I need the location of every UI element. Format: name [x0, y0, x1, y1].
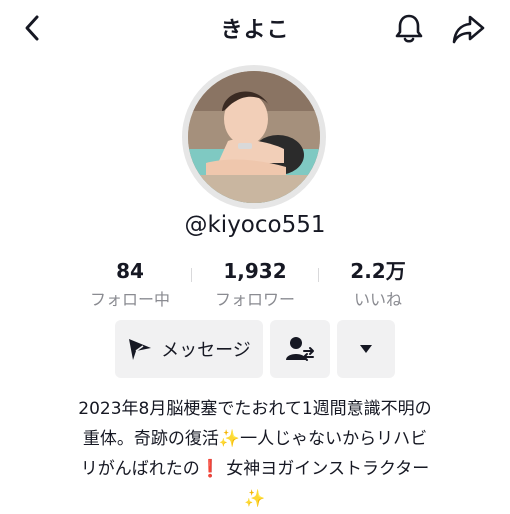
message-button[interactable]: メッセージ	[115, 320, 263, 378]
username: @kiyoco551	[184, 212, 326, 238]
share-arrow-icon	[452, 15, 485, 44]
send-icon	[129, 339, 152, 360]
stat-divider	[318, 268, 319, 282]
avatar[interactable]	[188, 71, 320, 203]
more-options-button[interactable]	[337, 320, 395, 378]
avatar-photo	[188, 71, 320, 203]
likes-stat[interactable]: 2.2万 いいね	[323, 258, 433, 310]
followers-count: 1,932	[223, 259, 287, 283]
likes-count: 2.2万	[350, 259, 406, 283]
following-stat[interactable]: 84 フォロー中	[75, 258, 185, 310]
likes-label: いいね	[353, 290, 402, 309]
notification-button[interactable]	[392, 11, 426, 45]
following-label: フォロー中	[89, 290, 170, 309]
sparkles-emoji: ✨	[218, 429, 241, 449]
bio-text: 2023年8月脳梗塞でたおれて1週間意識不明の 重体。奇跡の復活✨一人じゃないか…	[40, 394, 470, 514]
stat-divider	[191, 268, 192, 282]
share-button[interactable]	[450, 12, 486, 46]
message-button-label: メッセージ	[161, 340, 251, 361]
page-title: きよこ	[220, 18, 290, 43]
followers-stat[interactable]: 1,932 フォロワー	[200, 258, 310, 310]
caret-down-icon	[360, 345, 372, 353]
exclamation-emoji: ❗	[199, 459, 221, 479]
following-count: 84	[116, 259, 144, 283]
bio-line: 重体。奇跡の復活✨一人じゃないからリハビ	[82, 429, 428, 449]
followers-label: フォロワー	[214, 290, 295, 309]
bell-icon	[395, 14, 423, 43]
bio-line: リがんばれたの❗ 女神ヨガインストラクター	[80, 459, 430, 479]
user-switch-icon	[286, 337, 314, 361]
follow-status-button[interactable]	[270, 320, 330, 378]
bio-line: 2023年8月脳梗塞でたおれて1週間意識不明の	[78, 399, 432, 419]
sparkles-emoji: ✨	[244, 489, 266, 509]
bio-line: ✨	[40, 484, 470, 514]
